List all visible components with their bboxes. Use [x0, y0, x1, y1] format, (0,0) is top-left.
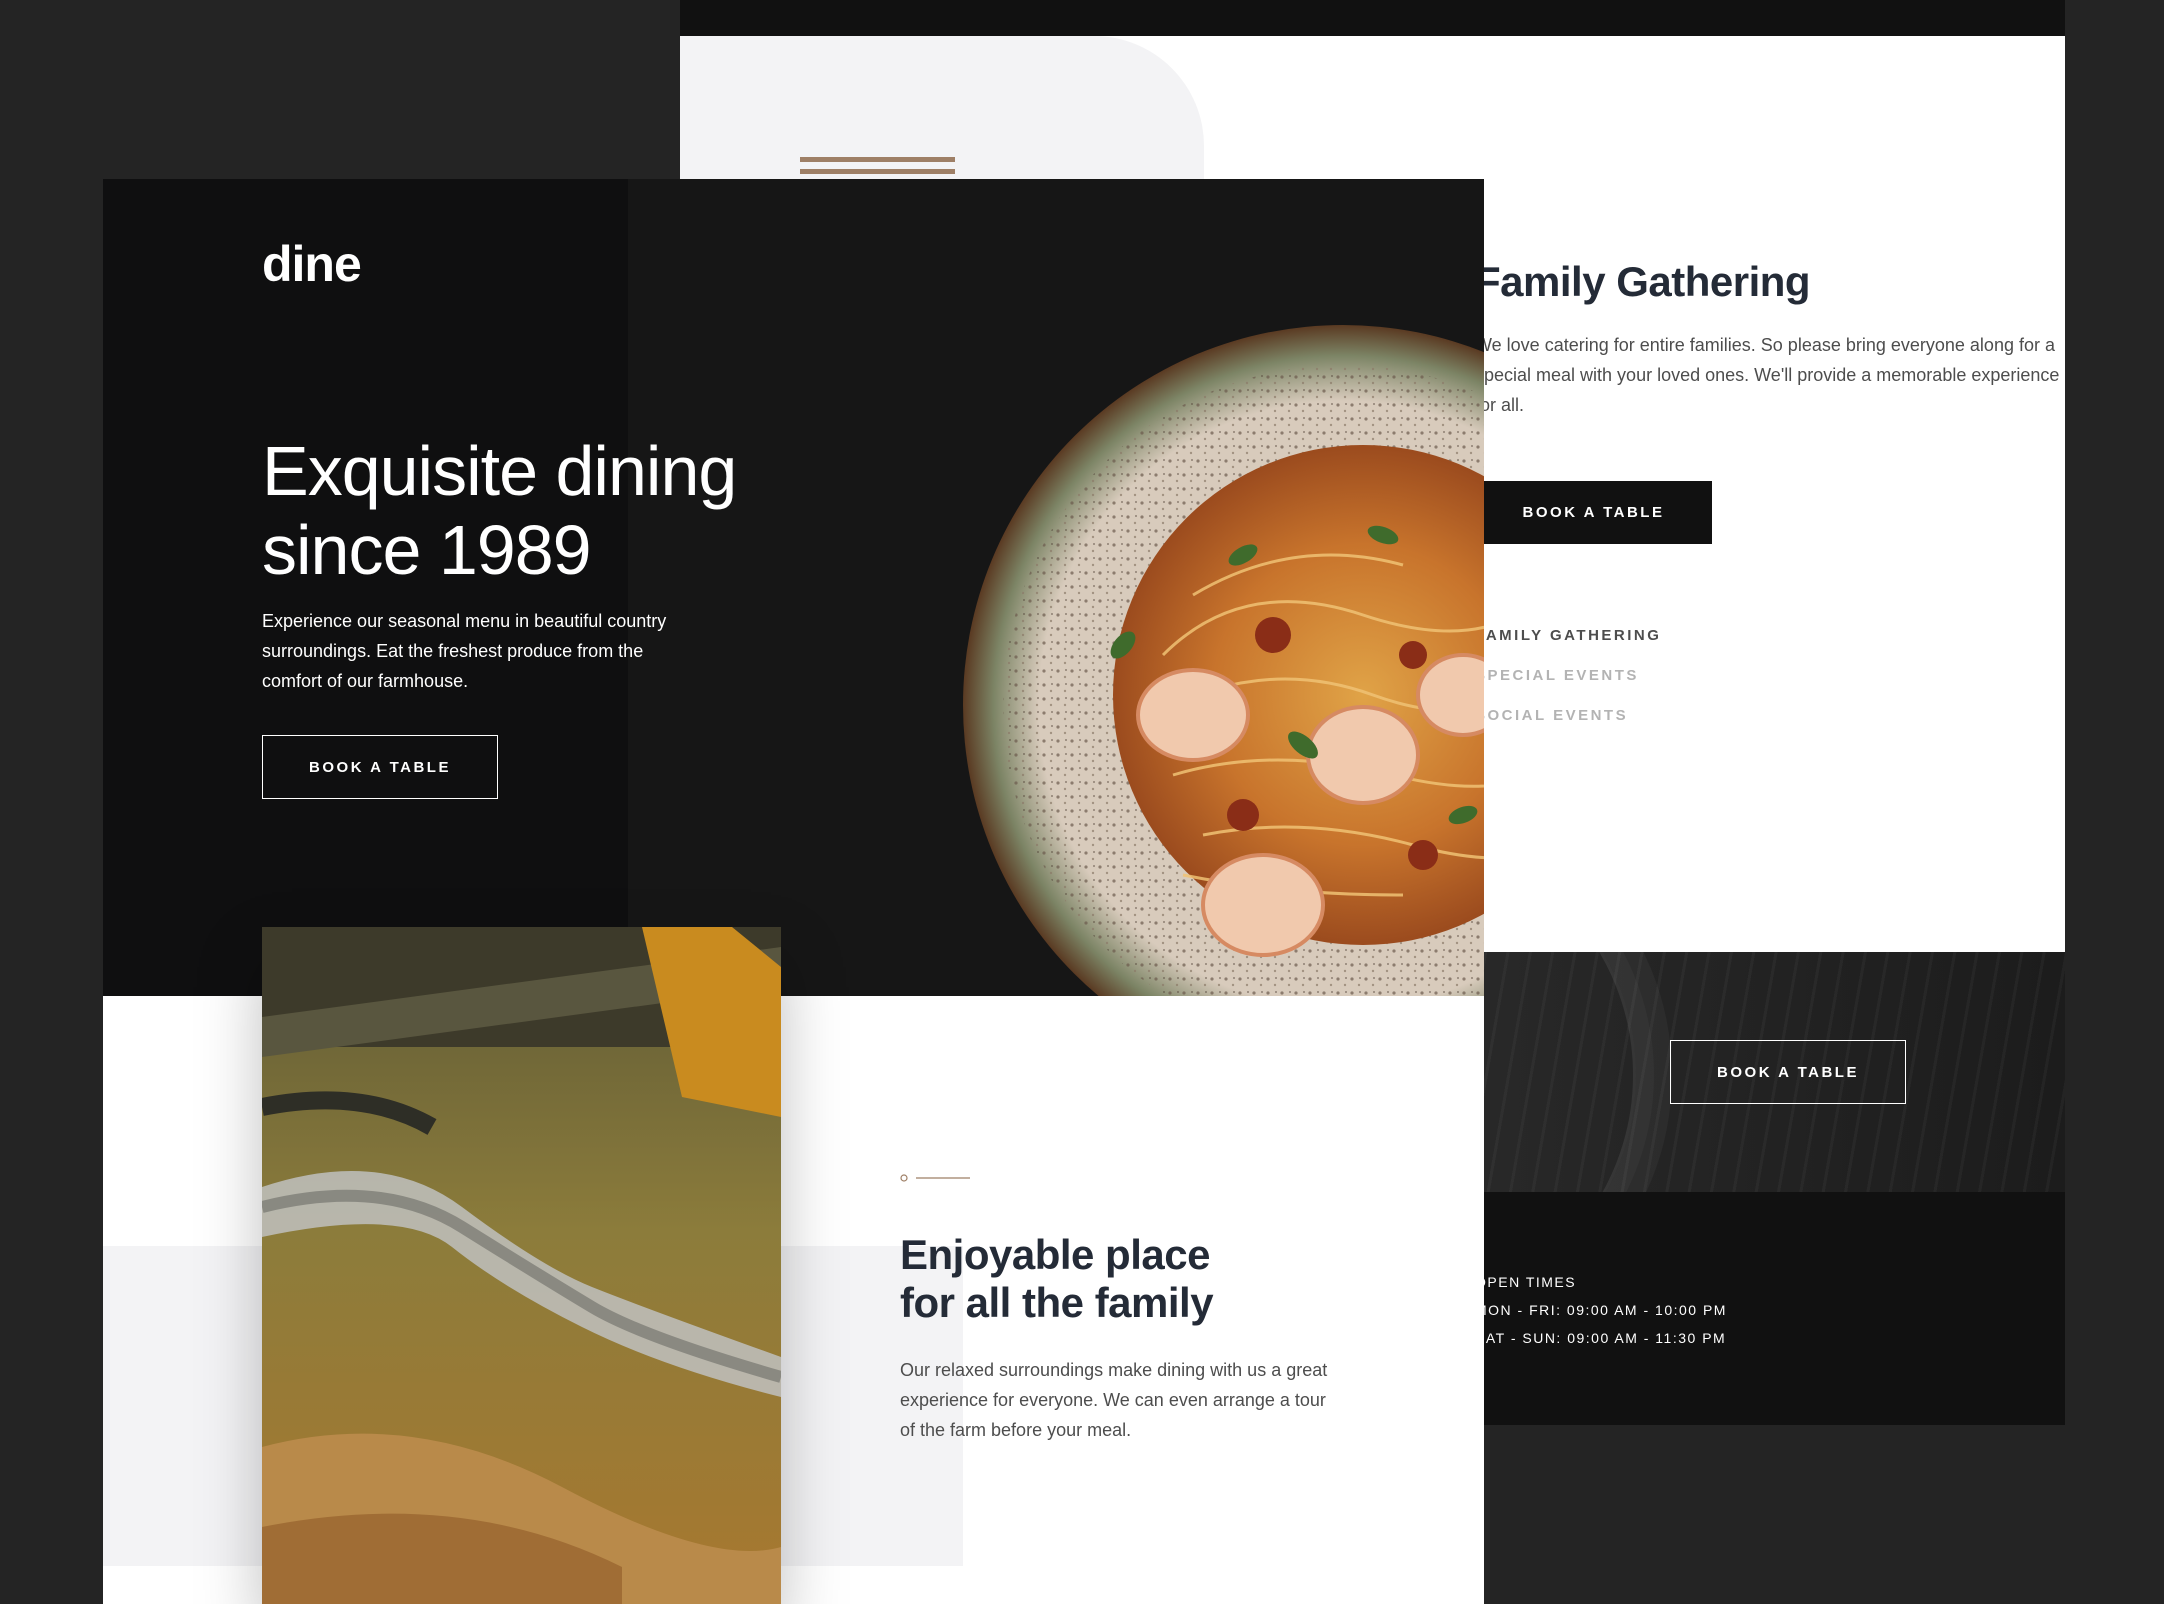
tab-special-events[interactable]: SPECIAL EVENTS: [1475, 667, 1639, 684]
hero-section: dine Exquisite dining since 1989 Experie…: [103, 179, 1484, 996]
open-times-weekend: SAT - SUN: 09:00 AM - 11:30 PM: [1475, 1330, 1727, 1346]
tab-family-gathering[interactable]: FAMILY GATHERING: [1475, 627, 1661, 644]
hero-book-table-button[interactable]: BOOK A TABLE: [262, 735, 498, 799]
about-description: Our relaxed surroundings make dining wit…: [900, 1360, 1328, 1440]
hero-title-line-1: Exquisite dining: [262, 432, 737, 510]
dine-logo[interactable]: dine: [262, 235, 362, 293]
pasta-plate-image: [963, 325, 1484, 996]
book-table-button[interactable]: BOOK A TABLE: [1475, 481, 1712, 544]
hero-description: Experience our seasonal menu in beautifu…: [262, 611, 667, 691]
open-times-weekday: MON - FRI: 09:00 AM - 10:00 PM: [1475, 1302, 1727, 1318]
farm-landscape-image: [262, 927, 781, 1604]
about-title: Enjoyable place for all the family: [900, 1231, 1300, 1327]
about-title-line-1: Enjoyable place: [900, 1231, 1210, 1278]
cta-book-table-button[interactable]: BOOK A TABLE: [1670, 1040, 1906, 1104]
tab-social-events[interactable]: SOCIAL EVENTS: [1475, 707, 1628, 724]
about-title-line-2: for all the family: [900, 1279, 1214, 1326]
hero-title: Exquisite dining since 1989: [262, 432, 902, 590]
accent-divider: [900, 1174, 970, 1182]
hero-title-line-2: since 1989: [262, 511, 592, 589]
event-description: We love catering for entire families. So…: [1475, 335, 2060, 415]
home-page-preview: dine Exquisite dining since 1989 Experie…: [103, 179, 1484, 1604]
accent-lines-decoration: [800, 157, 955, 177]
events-top-bar: [680, 0, 2065, 36]
event-title: Family Gathering: [1475, 258, 1811, 305]
open-times-title: OPEN TIMES: [1475, 1274, 1577, 1290]
